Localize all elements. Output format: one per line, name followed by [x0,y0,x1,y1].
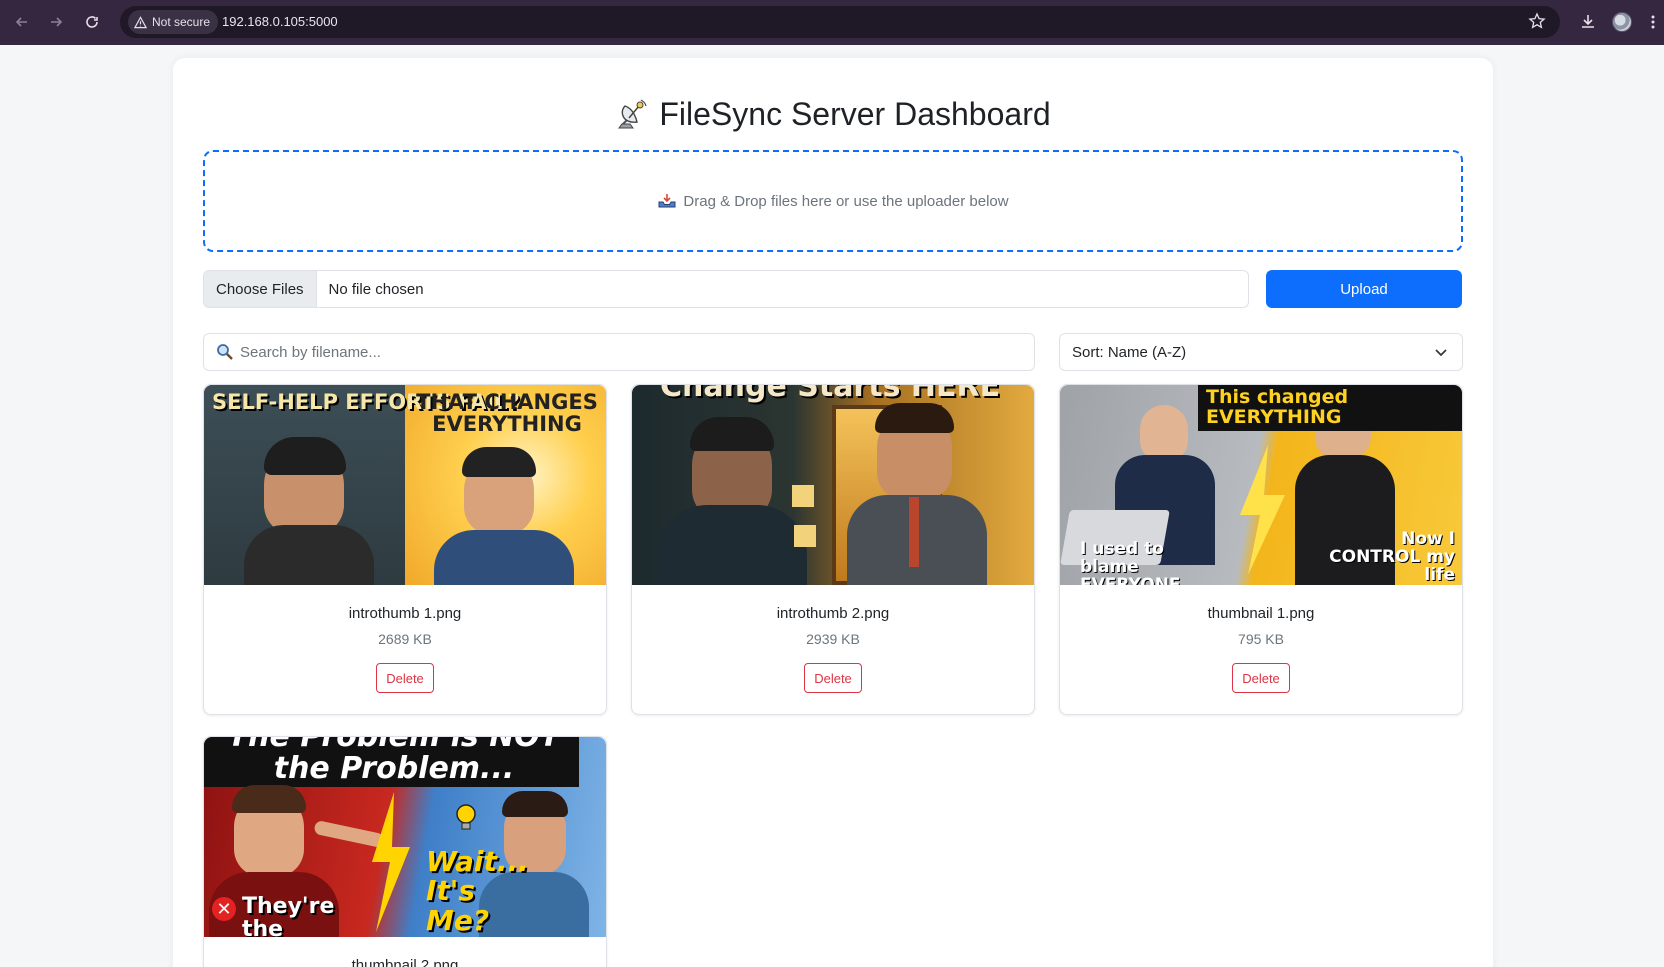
security-label: Not secure [152,15,211,29]
thumb-caption: I used to blame EVERYONE [1080,539,1181,585]
file-input[interactable]: Choose Files No file chosen [203,270,1249,308]
file-size: 795 KB [1238,631,1284,647]
inbox-tray-icon [658,194,676,208]
download-icon[interactable] [1576,10,1600,34]
satellite-antenna-icon [618,98,647,128]
file-card: Change Starts HERE introthumb 2.png 2939… [631,384,1035,715]
back-icon[interactable] [10,10,34,34]
url-text[interactable]: 192.168.0.105:5000 [222,14,338,29]
lightbulb-icon [456,804,476,830]
file-thumbnail[interactable]: The Problem is NOT the Problem... Wait..… [204,737,606,937]
delete-button[interactable]: Delete [376,663,434,693]
thumb-caption: This changed EVERYTHING [1198,385,1462,431]
file-thumbnail[interactable]: This changed EVERYTHING I used to blame … [1060,385,1462,585]
warning-icon [134,15,147,28]
search-icon [217,344,233,360]
file-name: thumbnail 1.png [1207,605,1315,622]
thumb-caption: THAT CHANGES EVERYTHING [416,390,598,437]
thumb-caption: Change Starts HERE [660,385,1001,404]
bookmark-star-icon[interactable] [1528,12,1546,35]
chevron-down-icon [1435,349,1447,357]
thumb-caption: Now I CONTROL my life [1329,529,1455,585]
forward-icon[interactable] [44,10,68,34]
address-bar[interactable]: Not secure 192.168.0.105:5000 [120,6,1560,38]
choose-files-button[interactable]: Choose Files [204,271,317,307]
file-card: SELF-HELP EFFORTS FAIL? THAT CHANGES EVE… [203,384,607,715]
delete-button[interactable]: Delete [804,663,862,693]
reload-icon[interactable] [80,10,104,34]
file-card: The Problem is NOT the Problem... Wait..… [203,736,607,967]
search-placeholder: Search by filename... [240,343,381,361]
file-name: introthumb 1.png [348,605,462,622]
file-card: This changed EVERYTHING I used to blame … [1059,384,1463,715]
thumb-caption: They're the Problem... [242,894,335,937]
page-body: FileSync Server Dashboard Drag & Drop fi… [0,45,1664,967]
delete-button[interactable]: Delete [1232,663,1290,693]
file-thumbnail[interactable]: Change Starts HERE [632,385,1034,585]
drop-zone[interactable]: Drag & Drop files here or use the upload… [203,150,1463,252]
title-text: FileSync Server Dashboard [659,96,1051,132]
sort-selected-value: Sort: Name (A-Z) [1072,343,1187,361]
thumb-caption: Wait... It's Me? [426,845,529,937]
file-size: 2689 KB [378,631,432,647]
close-icon: ✕ [212,897,236,921]
file-thumbnail[interactable]: SELF-HELP EFFORTS FAIL? THAT CHANGES EVE… [204,385,606,585]
lightning-icon [1240,445,1285,575]
no-file-text: No file chosen [328,280,424,298]
security-indicator[interactable]: Not secure [128,10,219,34]
drop-zone-text: Drag & Drop files here or use the upload… [683,192,1009,210]
thumb-caption: The Problem is NOT the Problem... [228,737,561,786]
file-name: introthumb 2.png [776,605,890,622]
browser-toolbar: Not secure 192.168.0.105:5000 [0,0,1664,45]
profile-avatar[interactable] [1612,12,1632,32]
upload-button[interactable]: Upload [1266,270,1462,308]
sort-select[interactable]: Sort: Name (A-Z) [1059,333,1463,371]
file-size: 2939 KB [806,631,860,647]
search-input[interactable]: Search by filename... [203,333,1035,371]
menu-kebab-icon[interactable] [1646,10,1660,34]
page-title: FileSync Server Dashboard [173,96,1493,133]
file-name: thumbnail 2.png [351,957,459,967]
dashboard-container: FileSync Server Dashboard Drag & Drop fi… [173,58,1493,967]
